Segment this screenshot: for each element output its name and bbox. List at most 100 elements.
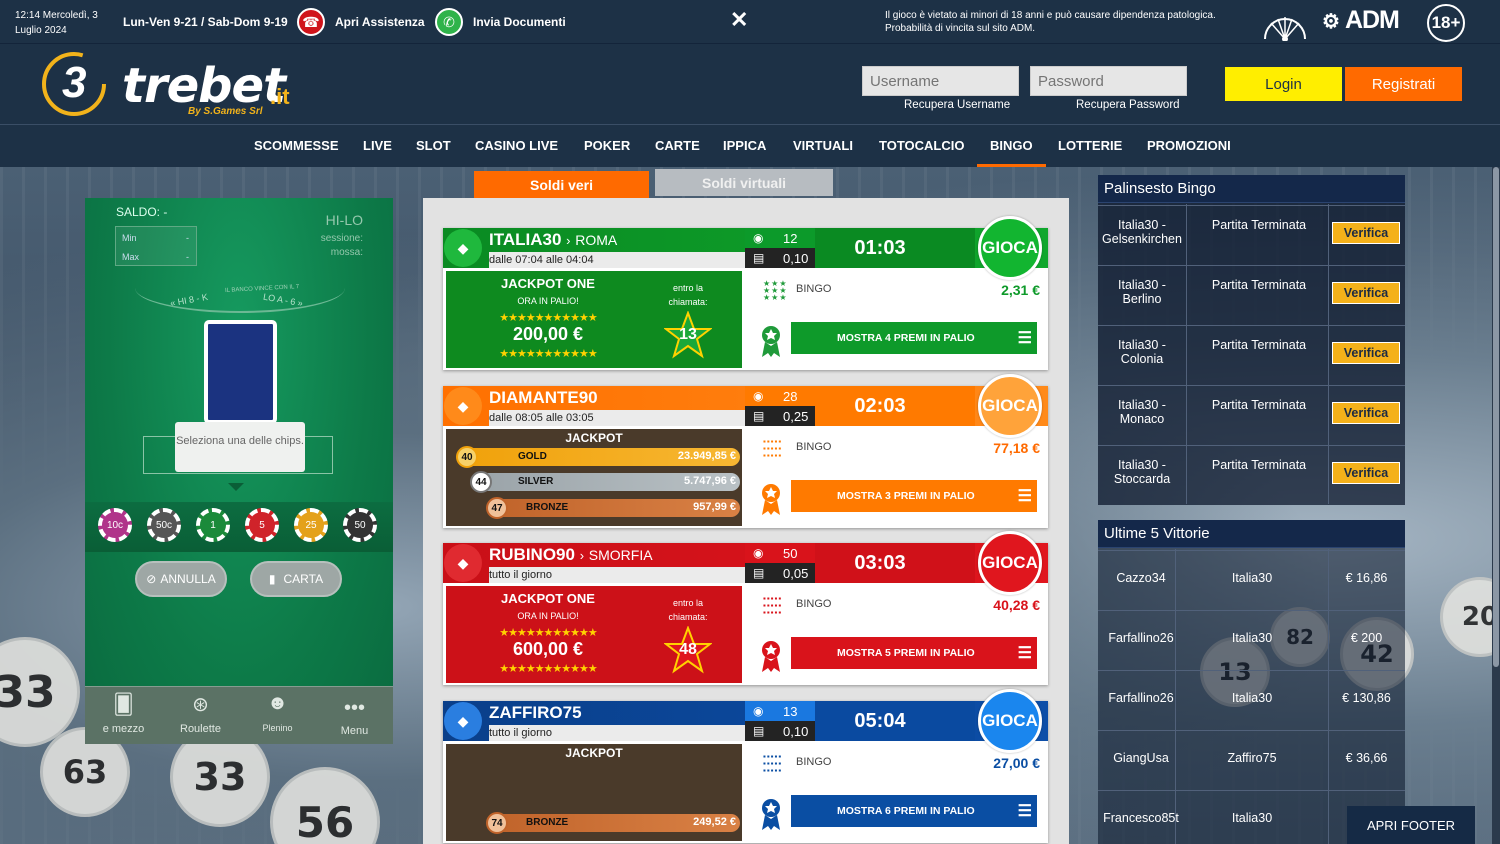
roulette-icon[interactable]: ⊛ [162, 692, 239, 717]
room-name[interactable]: ZAFFIRO75 [489, 703, 582, 723]
countdown-timer: 02:03 [815, 386, 975, 426]
nav-poker[interactable]: POKER [584, 138, 630, 153]
jackpot-value: 200,00 € [512, 324, 584, 344]
prize-medal-icon [762, 641, 780, 672]
tab-soldi-virtuali[interactable]: Soldi virtuali [655, 169, 833, 196]
room-name[interactable]: RUBINO90 › SMORFIA [489, 545, 653, 565]
chevron-down-icon [228, 483, 244, 491]
assistance-link[interactable]: Apri Assistenza [335, 15, 425, 29]
chip-1[interactable]: 1 [196, 508, 230, 542]
chip-10c[interactable]: 10c [98, 508, 132, 542]
card-price: ▤ 0,25 € [745, 406, 815, 439]
logo-3: 3 [62, 58, 87, 107]
chip-25[interactable]: 25 [294, 508, 328, 542]
verifica-button[interactable]: Verifica [1332, 402, 1400, 424]
tab-plenino[interactable]: Plenino [239, 723, 316, 733]
max-value: - [186, 252, 189, 262]
cards-icon[interactable]: 🂠 [85, 692, 162, 717]
nav-slot[interactable]: SLOT [416, 138, 451, 153]
nav-scommesse[interactable]: SCOMMESSE [254, 138, 339, 153]
show-prizes-button[interactable]: MOSTRA 3 PREMI IN PALIO ☰ [791, 480, 1037, 512]
win-row: Farfallino26 Italia30 € 130,86 [1098, 670, 1405, 730]
emblem-icon: ⚙ [1322, 11, 1340, 33]
tab-menu[interactable]: Menu [316, 725, 393, 737]
nav-virtuali[interactable]: VIRTUALI [793, 138, 853, 153]
tab-e-mezzo[interactable]: e mezzo [85, 723, 162, 735]
show-prizes-label: MOSTRA 6 PREMI IN PALIO [837, 805, 975, 817]
close-icon[interactable]: ✕ [730, 7, 748, 33]
win-row: Farfallino26 Italia30 € 200 [1098, 610, 1405, 670]
open-footer-button[interactable]: APRI FOOTER [1347, 806, 1475, 844]
countdown-timer: 03:03 [815, 543, 975, 583]
menu-dots-icon[interactable]: ••• [316, 697, 393, 720]
nav-promozioni[interactable]: PROMOZIONI [1147, 138, 1231, 153]
age-18-badge: 18+ [1427, 4, 1465, 42]
show-prizes-button[interactable]: MOSTRA 4 PREMI IN PALIO ☰ [791, 322, 1037, 354]
chip-50c[interactable]: 50c [147, 508, 181, 542]
win-room: Zaffiro75 [1227, 751, 1277, 765]
win-user: Farfallino26 [1108, 691, 1174, 705]
room-name[interactable]: DIAMANTE90 [489, 388, 598, 408]
chip-50[interactable]: 50 [343, 508, 377, 542]
session-label: sessione: [320, 233, 363, 244]
win-amount: € 200 [1350, 631, 1383, 645]
annulla-button[interactable]: ⊘ ANNULLA [135, 561, 227, 597]
tab-soldi-veri[interactable]: Soldi veri [474, 171, 649, 198]
plenino-icon[interactable]: ☻ [239, 692, 316, 715]
win-user: Francesco85t [1103, 811, 1179, 825]
nav-lotterie[interactable]: LOTTERIE [1058, 138, 1122, 153]
jackpot-call: 48 [679, 641, 697, 658]
nav-live[interactable]: LIVE [363, 138, 392, 153]
select-chip-tooltip: Seleziona una delle chips. [175, 422, 305, 472]
show-prizes-label: MOSTRA 3 PREMI IN PALIO [837, 490, 975, 502]
tier-name: BRONZE [526, 502, 569, 513]
verifica-button[interactable]: Verifica [1332, 282, 1400, 304]
verifica-button[interactable]: Verifica [1332, 462, 1400, 484]
room-sep: › [566, 233, 571, 248]
room-name-text: ITALIA30 [489, 230, 562, 249]
scrollbar[interactable] [1492, 167, 1500, 844]
bingo-prize: ▪▪▪▪▪ ▪▪▪▪▪ ▪▪▪▪▪ BINGO 27,00 € [749, 744, 1048, 778]
login-button[interactable]: Login [1225, 67, 1342, 101]
whatsapp-icon[interactable]: ✆ [435, 8, 463, 36]
bingo-prize: ▪▪▪▪▪ ▪▪▪▪▪ ▪▪▪▪▪ BINGO 77,18 € [749, 429, 1048, 463]
chip-5[interactable]: 5 [245, 508, 279, 542]
bingo-value: 40,28 € [993, 597, 1040, 613]
jackpot-call: 13 [679, 326, 697, 343]
tier-value: 249,52 € [693, 816, 736, 828]
trebet-logo[interactable]: 3 trebet .it By S.Games Srl [38, 50, 328, 120]
show-prizes-button[interactable]: MOSTRA 6 PREMI IN PALIO ☰ [791, 795, 1037, 827]
nav-carte[interactable]: CARTE [655, 138, 700, 153]
password-input[interactable] [1030, 66, 1187, 96]
verifica-button[interactable]: Verifica [1332, 342, 1400, 364]
main-nav: SCOMMESSE LIVE SLOT CASINO LIVE POKER CA… [0, 124, 1500, 167]
carta-label: CARTA [283, 572, 324, 586]
documents-link[interactable]: Invia Documenti [473, 15, 566, 29]
room-name: Italia30 - Stoccarda [1113, 458, 1171, 486]
nav-active-indicator [977, 164, 1046, 167]
bingo-grid-icon: ▪▪▪▪▪ ▪▪▪▪▪ ▪▪▪▪▪ [763, 437, 783, 460]
show-prizes-button[interactable]: MOSTRA 5 PREMI IN PALIO ☰ [791, 637, 1037, 669]
tier-number: 40 [456, 446, 478, 468]
scrollbar-thumb[interactable] [1493, 167, 1499, 667]
jackpot-tiers-box: JACKPOT 40 GOLD 23.949,85 € 44 SILVER 5.747,… [446, 429, 742, 526]
nav-casino-live[interactable]: CASINO LIVE [475, 138, 558, 153]
nav-ippica[interactable]: IPPICA [723, 138, 766, 153]
username-input[interactable] [862, 66, 1019, 96]
nav-bingo[interactable]: BINGO [990, 138, 1033, 153]
players-value: 28 [783, 389, 798, 404]
tier-value: 23.949,85 € [677, 450, 736, 462]
register-button[interactable]: Registrati [1345, 67, 1462, 101]
tier-number: 44 [470, 471, 492, 493]
carta-button[interactable]: ▮ CARTA [250, 561, 342, 597]
verifica-button[interactable]: Verifica [1332, 222, 1400, 244]
players-value: 12 [783, 231, 798, 246]
recover-password-link[interactable]: Recupera Password [1076, 99, 1180, 111]
last-wins-title: Ultime 5 Vittorie [1098, 520, 1405, 548]
nav-totocalcio[interactable]: TOTOCALCIO [879, 138, 964, 153]
recover-username-link[interactable]: Recupera Username [904, 99, 1010, 111]
tab-roulette[interactable]: Roulette [162, 723, 239, 735]
assistance-icon[interactable]: ☎ [297, 8, 325, 36]
room-name[interactable]: ITALIA30 › ROMA [489, 230, 617, 250]
bet-label: mossa: [330, 247, 363, 258]
